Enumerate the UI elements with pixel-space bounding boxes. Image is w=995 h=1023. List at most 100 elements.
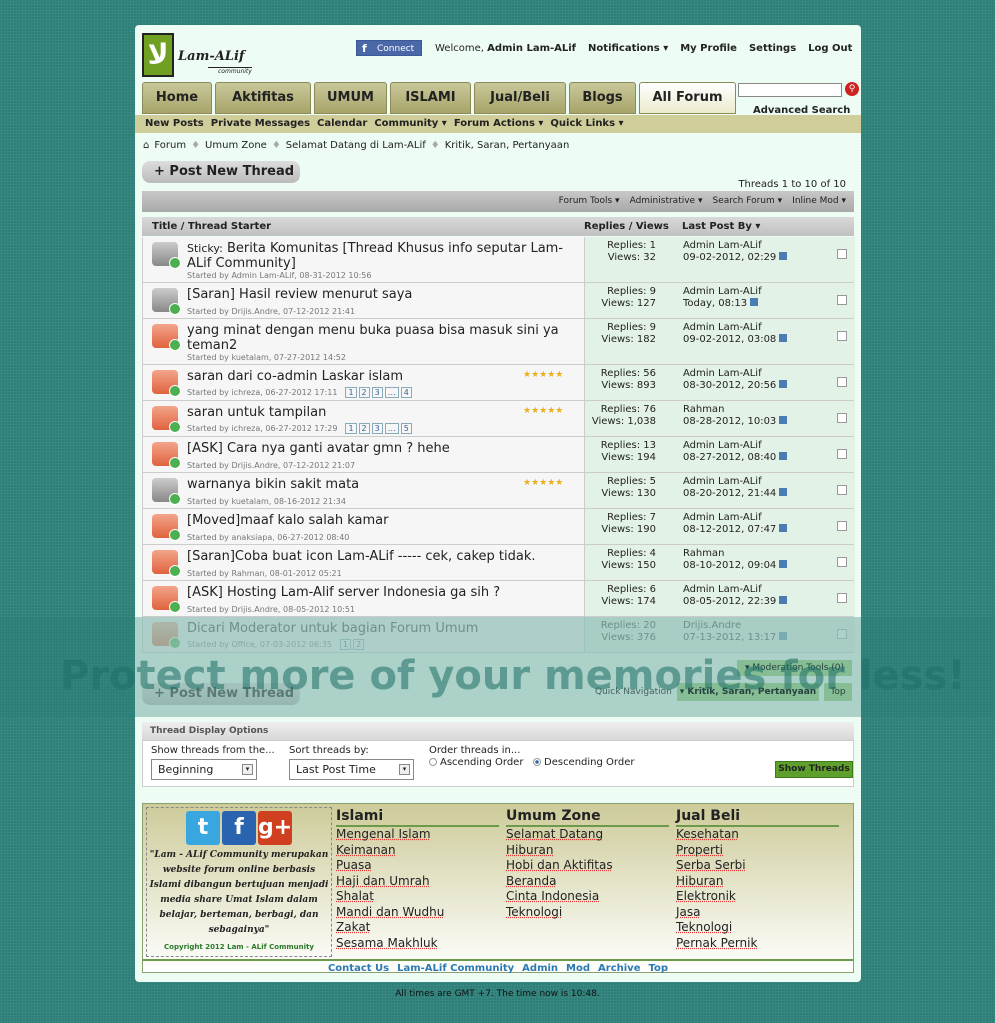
footer-link[interactable]: Teknologi <box>506 905 669 921</box>
footer-link[interactable]: Properti <box>676 843 839 859</box>
page-link[interactable]: 2 <box>353 639 365 650</box>
page-link[interactable]: 1 <box>345 423 357 434</box>
post-new-thread-button-bottom[interactable]: + Post New Thread <box>142 683 300 705</box>
thread-checkbox[interactable] <box>837 295 847 305</box>
page-link[interactable]: 4 <box>400 387 412 398</box>
thread-title-link[interactable]: saran untuk tampilan <box>187 405 326 420</box>
footer-bottom-link[interactable]: Top <box>648 963 668 974</box>
thread-checkbox[interactable] <box>837 249 847 259</box>
navbar-item[interactable]: Quick Links ▾ <box>550 115 623 133</box>
logout-link[interactable]: Log Out <box>808 43 852 54</box>
page-link[interactable]: 2 <box>358 423 370 434</box>
go-to-last-post-icon[interactable] <box>779 416 788 424</box>
footer-link[interactable]: Pernak Pernik <box>676 936 839 952</box>
site-logo[interactable]: لا Lam-ALif community <box>142 33 252 79</box>
last-post-user[interactable]: Admin Lam-ALif <box>683 322 787 334</box>
page-link[interactable]: … <box>384 423 399 434</box>
footer-link[interactable]: Haji dan Umrah <box>336 874 499 890</box>
thread-status-icon[interactable] <box>152 324 181 351</box>
footer-link[interactable]: Jasa <box>676 905 839 921</box>
footer-link[interactable]: Beranda <box>506 874 669 890</box>
thread-checkbox[interactable] <box>837 629 847 639</box>
thread-title-link[interactable]: Dicari Moderator untuk bagian Forum Umum <box>187 621 478 636</box>
thread-status-icon[interactable] <box>152 370 181 397</box>
navbar-item[interactable]: New Posts <box>145 115 204 133</box>
thread-title-link[interactable]: Berita Komunitas [Thread Khusus info sep… <box>187 241 563 271</box>
thread-status-icon[interactable] <box>152 242 181 269</box>
quick-navigation-select[interactable]: ▾ Kritik, Saran, Pertanyaan <box>677 683 819 701</box>
breadcrumb-item[interactable]: Umum Zone <box>205 140 267 151</box>
tab-all-forum[interactable]: All Forum <box>639 82 736 114</box>
navbar-item[interactable]: Forum Actions ▾ <box>454 115 544 133</box>
top-button[interactable]: Top <box>824 683 852 701</box>
thread-title-link[interactable]: saran dari co-admin Laskar islam <box>187 369 403 384</box>
thread-checkbox[interactable] <box>837 449 847 459</box>
last-post-user[interactable]: Drijis.Andre <box>683 620 787 632</box>
thread-title-link[interactable]: [Saran] Hasil review menurut saya <box>187 287 412 302</box>
thread-status-icon[interactable] <box>152 406 181 433</box>
last-post-user[interactable]: Admin Lam-ALif <box>683 476 787 488</box>
tab-jual-beli[interactable]: Jual/Beli <box>474 82 566 114</box>
footer-link[interactable]: Cinta Indonesia <box>506 889 669 905</box>
thread-checkbox[interactable] <box>837 331 847 341</box>
thread-title-link[interactable]: [ASK] Hosting Lam-Alif server Indonesia … <box>187 585 500 600</box>
thread-checkbox[interactable] <box>837 377 847 387</box>
navbar-item[interactable]: Private Messages <box>211 115 310 133</box>
last-post-user[interactable]: Admin Lam-ALif <box>683 512 787 524</box>
footer-link[interactable]: Keimanan <box>336 843 499 859</box>
footer-link[interactable]: Serba Serbi <box>676 858 839 874</box>
search-icon[interactable]: ⚲ <box>845 82 859 96</box>
footer-bottom-link[interactable]: Archive <box>598 963 640 974</box>
thread-title-link[interactable]: [ASK] Cara nya ganti avatar gmn ? hehe <box>187 441 450 456</box>
thread-checkbox[interactable] <box>837 521 847 531</box>
username-link[interactable]: Admin Lam-ALif <box>487 43 576 54</box>
go-to-last-post-icon[interactable] <box>779 452 788 460</box>
moderation-tools-button[interactable]: ▾ Moderation Tools (0) <box>737 660 852 676</box>
notifications-link[interactable]: Notifications ▾ <box>588 43 668 54</box>
thread-checkbox[interactable] <box>837 413 847 423</box>
breadcrumb-item[interactable]: Kritik, Saran, Pertanyaan <box>445 140 570 151</box>
settings-link[interactable]: Settings <box>749 43 796 54</box>
toolbar-menu[interactable]: Search Forum ▾ <box>712 191 782 212</box>
last-post-user[interactable]: Admin Lam-ALif <box>683 584 787 596</box>
footer-link[interactable]: Hiburan <box>676 874 839 890</box>
go-to-last-post-icon[interactable] <box>779 380 788 388</box>
footer-link[interactable]: Puasa <box>336 858 499 874</box>
last-post-user[interactable]: Admin Lam-ALif <box>683 286 762 298</box>
tab-aktifitas[interactable]: Aktifitas <box>215 82 311 114</box>
sort-select[interactable]: Last Post Time ▾ <box>289 759 414 780</box>
page-link[interactable]: 3 <box>371 387 383 398</box>
post-new-thread-button[interactable]: + Post New Thread <box>142 161 300 183</box>
go-to-last-post-icon[interactable] <box>779 632 788 640</box>
footer-link[interactable]: Hobi dan Aktifitas <box>506 858 669 874</box>
page-link[interactable]: 5 <box>400 423 412 434</box>
footer-link[interactable]: Sesama Makhluk <box>336 936 499 952</box>
go-to-last-post-icon[interactable] <box>779 596 788 604</box>
ascending-radio[interactable]: Ascending Order <box>429 757 523 768</box>
page-link[interactable]: … <box>384 387 399 398</box>
thread-display-options-header[interactable]: Thread Display Options <box>142 722 854 740</box>
thread-status-icon[interactable] <box>152 478 181 505</box>
footer-bottom-link[interactable]: Lam-ALif Community <box>397 963 514 974</box>
go-to-last-post-icon[interactable] <box>779 252 788 260</box>
last-post-user[interactable]: Rahman <box>683 404 787 416</box>
thread-status-icon[interactable] <box>152 288 181 315</box>
col-title[interactable]: Title / Thread Starter <box>152 217 271 236</box>
go-to-last-post-icon[interactable] <box>779 560 788 568</box>
show-from-select[interactable]: Beginning ▾ <box>151 759 257 780</box>
go-to-last-post-icon[interactable] <box>779 488 788 496</box>
toolbar-menu[interactable]: Forum Tools ▾ <box>559 191 620 212</box>
tab-blogs[interactable]: Blogs <box>569 82 636 114</box>
footer-bottom-link[interactable]: Contact Us <box>328 963 389 974</box>
footer-link[interactable]: Shalat <box>336 889 499 905</box>
footer-link[interactable]: Selamat Datang <box>506 827 669 843</box>
tab-islami[interactable]: ISLAMI <box>390 82 471 114</box>
navbar-item[interactable]: Community ▾ <box>374 115 447 133</box>
page-link[interactable]: 2 <box>358 387 370 398</box>
thread-status-icon[interactable] <box>152 586 181 613</box>
thread-status-icon[interactable] <box>152 622 181 649</box>
thread-title-link[interactable]: warnanya bikin sakit mata <box>187 477 359 492</box>
footer-bottom-link[interactable]: Admin <box>522 963 558 974</box>
thread-title-link[interactable]: yang minat dengan menu buka puasa bisa m… <box>187 323 559 353</box>
footer-bottom-link[interactable]: Mod <box>566 963 590 974</box>
